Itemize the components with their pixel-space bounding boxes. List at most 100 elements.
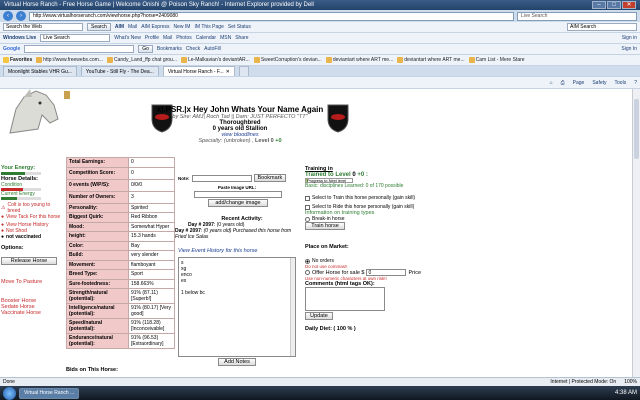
add-notes-button[interactable]: Add Notes [218,358,256,366]
view-tack-text: View Tack For this horse [6,214,61,220]
taskbar-item-ie[interactable]: Virtual Horse Ranch ... [19,387,80,399]
stat-key: Personality: [66,202,129,213]
scrollbar-thumb[interactable] [634,99,639,159]
tab-youtube[interactable]: YouTube - Still Fly - The Dea... [80,66,159,76]
bookmark-button[interactable]: Bookmark [253,174,287,182]
horse-level: Level 0 [255,138,274,144]
page-icon [468,57,475,63]
view-tack-link[interactable]: ● View Tack For this horse [1,214,64,220]
release-horse-button[interactable]: Release Horse [1,257,57,265]
wl-link-msn[interactable]: MSN [220,35,231,41]
move-to-pasture-link[interactable]: Move To Pasture [1,279,64,285]
wl-link-mail[interactable]: Mail [163,35,172,41]
forward-button[interactable]: › [16,11,26,21]
google-autofill-button[interactable]: AutoFill [204,46,221,52]
wl-link-share[interactable]: Share [235,35,248,41]
status-text: Done [3,379,15,385]
tools-menu[interactable]: Tools [615,80,627,86]
star-icon [3,57,9,63]
wl-link-whatsnew[interactable]: What's New [114,35,141,41]
fav-item[interactable]: SweetCorruption's devian... [253,57,322,63]
fav-item[interactable]: deviantart where ART me... [325,57,393,63]
fav-item[interactable]: http://www.freewebs.com... [36,57,103,63]
horse-specialty: Specialty: (unbroken) , [198,138,254,144]
comments-textarea[interactable] [305,287,385,311]
wl-link-profile[interactable]: Profile [145,35,159,41]
live-search-input[interactable]: Live Search [517,11,637,21]
wl-link-calendar[interactable]: Calendar [196,35,216,41]
page-icon [181,57,187,63]
print-icon[interactable]: ⎙ [561,80,565,86]
aim-link-mail[interactable]: Mail [128,24,137,30]
offer-sale-label: Offer Horse for sale $ [312,269,365,276]
ride-personally-checkbox[interactable] [305,204,310,210]
tab-moonlight[interactable]: Moonlight Stables VHR Gu... [3,66,77,76]
stat-key: Strength/natural (potential): [66,288,129,304]
notes-scrollbar[interactable] [290,258,295,356]
aim-link-express[interactable]: AIM Express [141,24,169,30]
train-horse-button[interactable]: Train horse [305,222,345,230]
close-button[interactable]: ✕ [622,1,636,9]
aim-search-input[interactable]: AIM Search [567,23,637,31]
back-button[interactable]: ‹ [3,11,13,21]
favorites-button[interactable]: Favorites [3,57,32,63]
fav-item[interactable]: Cam List - Mere Stare [468,57,525,63]
stats-row: Total Earnings: 0 [66,157,175,168]
view-event-history-link[interactable]: View Event History for this horse [178,248,296,254]
google-bookmarks-button[interactable]: Bookmarks [157,46,182,52]
add-change-image-button[interactable]: add/change image [208,199,268,207]
url-input[interactable]: http://www.virtualhorseranch.com/viewhor… [29,11,514,21]
sale-price-value: 0 [368,269,372,276]
help-icon[interactable]: ? [634,80,637,86]
fav-label: http://www.freewebs.com... [43,57,103,63]
notes-textarea[interactable]: s xg enco ex 1 below bc [178,257,296,357]
web-search-button[interactable]: Search [87,23,111,31]
close-tab-icon[interactable]: ✕ [226,69,230,75]
aim-link-setstatus[interactable]: Set Status [228,24,251,30]
google-go-button[interactable]: Go [138,45,153,53]
train-personally-checkbox[interactable] [305,195,310,201]
aim-link-imthispage[interactable]: IM This Page [194,24,223,30]
note-input[interactable] [191,174,252,182]
left-sidebar: Your Energy: Horse Details: Condition Cu… [1,165,64,316]
zoom-level[interactable]: 100% [624,379,637,385]
no-orders-radio[interactable] [305,258,310,264]
horse-name: x|.PSR.|x Hey John Whats Your Name Again [156,105,324,114]
not-vaccinated-text: not vaccinated [6,234,42,240]
aim-link-newim[interactable]: New IM [174,24,191,30]
wl-link-photos[interactable]: Photos [176,35,192,41]
fav-item[interactable]: Candy_Land_ffp chat grou... [106,57,177,63]
vaccinate-horse-link[interactable]: Vaccinate Horse [1,310,64,316]
new-tab-button[interactable] [238,66,249,76]
fav-item[interactable]: Le-Malkavian's deviantAR... [181,57,250,63]
stats-body: Total Earnings: 0 Competition Score: 0 0 eve… [66,157,175,349]
stats-row: Intelligence/natural (potential): 91% (80… [66,303,175,319]
maximize-button[interactable]: □ [607,1,621,9]
google-signin-link[interactable]: Sign In [621,46,637,52]
offer-sale-radio[interactable] [305,270,310,275]
google-search-input[interactable] [24,45,135,53]
image-url-input[interactable] [194,191,282,198]
tab-virtual-horse-ranch[interactable]: Virtual Horse Ranch - F... ✕ [162,66,235,76]
safety-menu[interactable]: Safety [592,80,606,86]
page-menu[interactable]: Page [573,80,585,86]
break-in-radio[interactable] [305,216,310,222]
wl-signin-link[interactable]: Sign in [622,35,637,41]
notes-line: 1 below bc [181,290,205,296]
google-logo[interactable]: Google [3,46,20,52]
sale-price-input[interactable]: 0 [366,269,407,276]
update-button[interactable]: Update [305,312,333,320]
minimize-button[interactable]: – [592,1,606,9]
page-scrollbar[interactable] [632,89,640,377]
google-check-button[interactable]: Check [186,46,200,52]
page-icon [106,57,113,63]
web-search-input[interactable]: Search the Web [3,23,83,31]
aim-logo[interactable]: AIM [115,24,124,30]
live-search-toolbar-input[interactable]: Live Search [40,34,111,42]
home-icon[interactable]: ⌂ [550,80,553,86]
breed-warning-text: Colt is too young to breed [7,202,51,214]
google-toolbar: Google Go Bookmarks Check AutoFill Sign … [0,44,640,55]
start-button[interactable] [3,386,16,400]
windows-live-logo[interactable]: Windows Live [3,35,36,41]
fav-item[interactable]: deviantart where ART me... [397,57,465,63]
